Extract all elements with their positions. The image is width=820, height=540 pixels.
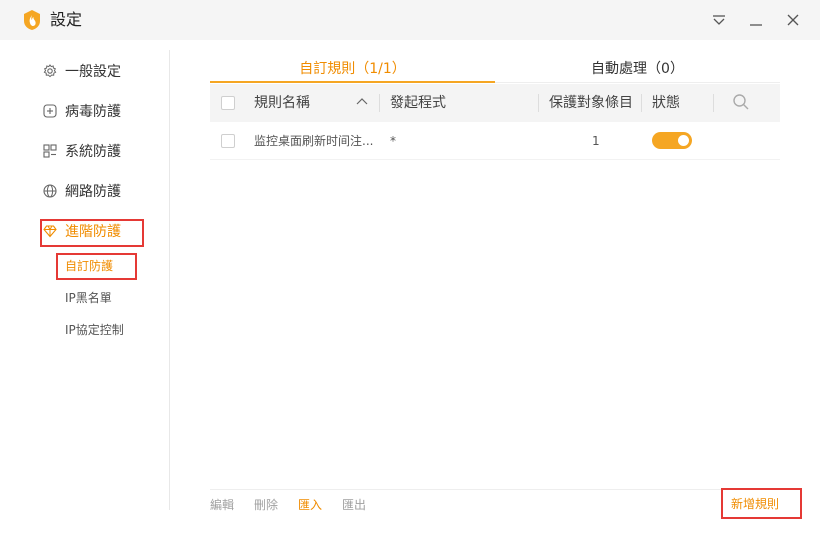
close-icon[interactable] bbox=[782, 9, 804, 31]
program-cell: * bbox=[390, 134, 396, 148]
sidebar-item-virus[interactable]: 病毒防護 bbox=[42, 99, 121, 123]
sidebar-item-label: 系統防護 bbox=[65, 144, 121, 160]
select-all-checkbox[interactable] bbox=[221, 96, 235, 110]
import-button[interactable]: 匯入 bbox=[298, 497, 322, 513]
column-separator bbox=[641, 94, 642, 112]
plus-square-icon bbox=[42, 103, 58, 119]
row-checkbox[interactable] bbox=[221, 134, 235, 148]
highlight-box-custom-protection bbox=[56, 253, 137, 280]
rule-name-cell: 监控桌面刷新时间注... bbox=[254, 134, 374, 148]
rule-enabled-toggle[interactable] bbox=[652, 132, 692, 149]
delete-button[interactable]: 刪除 bbox=[254, 497, 278, 513]
toggle-knob bbox=[678, 135, 689, 146]
sidebar-item-system[interactable]: 系統防護 bbox=[42, 139, 121, 163]
tab-custom-rules[interactable]: 自訂規則（1/1） bbox=[210, 58, 495, 80]
header-targets[interactable]: 保護對象條目 bbox=[549, 84, 633, 122]
edit-button[interactable]: 編輯 bbox=[210, 497, 234, 513]
tab-auto-handling[interactable]: 自動處理（0） bbox=[495, 58, 780, 80]
column-separator bbox=[713, 94, 714, 112]
header-program[interactable]: 發起程式 bbox=[390, 84, 446, 122]
table-row[interactable]: 监控桌面刷新时间注... * 1 bbox=[210, 122, 780, 160]
window-title: 設定 bbox=[50, 10, 83, 29]
grid-icon bbox=[42, 143, 58, 159]
sidebar-item-label: 一般設定 bbox=[65, 64, 121, 80]
column-separator bbox=[379, 94, 380, 112]
sidebar-item-label: 網路防護 bbox=[65, 184, 121, 200]
footer-divider bbox=[210, 489, 780, 490]
sidebar-divider bbox=[169, 50, 170, 510]
title-bar: 設定 bbox=[0, 0, 820, 40]
menu-icon[interactable] bbox=[708, 9, 730, 31]
targets-cell: 1 bbox=[592, 134, 600, 148]
sidebar-item-label: 病毒防護 bbox=[65, 104, 121, 120]
header-rule-name[interactable]: 規則名稱 bbox=[254, 84, 310, 122]
minimize-icon[interactable] bbox=[745, 9, 767, 31]
globe-icon bbox=[42, 183, 58, 199]
table-header: 規則名稱 發起程式 保護對象條目 狀態 bbox=[210, 84, 780, 122]
highlight-box-advanced bbox=[40, 219, 144, 247]
column-separator bbox=[538, 94, 539, 112]
export-button[interactable]: 匯出 bbox=[342, 497, 366, 513]
gear-icon bbox=[42, 63, 58, 79]
highlight-box-add-rule bbox=[721, 488, 802, 519]
sidebar-item-general[interactable]: 一般設定 bbox=[42, 59, 121, 83]
header-status[interactable]: 狀態 bbox=[652, 84, 680, 122]
app-logo-icon bbox=[24, 10, 40, 30]
sidebar-item-network[interactable]: 網路防護 bbox=[42, 179, 121, 203]
chevron-up-icon[interactable] bbox=[356, 96, 368, 108]
search-icon[interactable] bbox=[732, 93, 750, 111]
tab-active-underline bbox=[210, 81, 495, 83]
sidebar-subitem-ip-blacklist[interactable]: IP黑名單 bbox=[65, 289, 112, 307]
sidebar-subitem-ip-protocol[interactable]: IP協定控制 bbox=[65, 321, 124, 339]
tab-divider bbox=[495, 82, 780, 83]
